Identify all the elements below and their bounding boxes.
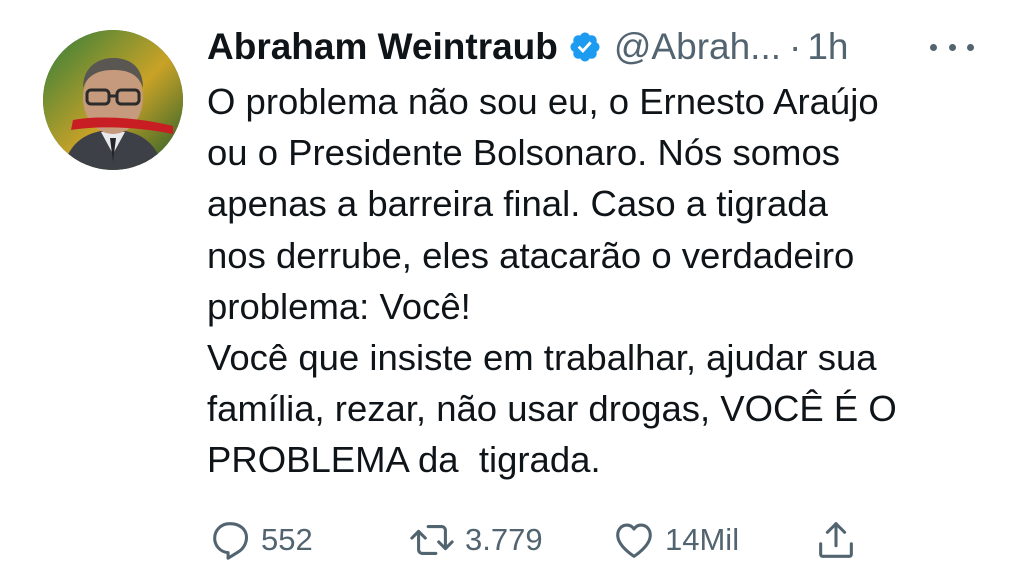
tweet-text-line: apenas a barreira final. Caso a tigrada (207, 183, 828, 225)
tweet-text-line: problema: Você! (207, 285, 471, 327)
tweet-actions: 552 3.779 14Mil (207, 512, 907, 568)
like-count: 14Mil (665, 522, 740, 557)
reply-icon (207, 517, 253, 563)
retweet-icon (407, 517, 457, 563)
timestamp[interactable]: 1h (807, 26, 848, 68)
tweet-text-line: PROBLEMA da tigrada. (207, 439, 601, 481)
tweet-text-line: ou o Presidente Bolsonaro. Nós somos (207, 132, 841, 174)
tweet-text-line: O problema não sou eu, o Ernesto Araújo (207, 81, 879, 122)
heart-icon (611, 517, 657, 563)
retweet-button[interactable]: 3.779 (407, 512, 543, 568)
share-button[interactable] (813, 512, 859, 568)
more-dot (930, 43, 937, 51)
more-dot (967, 43, 974, 51)
tweet-text: O problema não sou eu, o Ernesto Araújo … (207, 76, 1007, 486)
reply-count: 552 (261, 522, 313, 557)
tweet-text-line: família, rezar, não usar drogas, VOCÊ É … (207, 388, 897, 430)
more-horizontal-icon[interactable] (930, 32, 974, 62)
verified-badge-icon (568, 30, 602, 64)
avatar-photo-icon (43, 30, 183, 170)
retweet-count: 3.779 (465, 522, 543, 557)
tweet-text-line: nos derrube, eles atacarão o verdadeiro (207, 234, 855, 276)
author-handle[interactable]: @Abrah... (614, 26, 781, 68)
more-dot (948, 43, 956, 51)
separator-dot: · (789, 26, 802, 67)
tweet-text-line: Você que insiste em trabalhar, ajudar su… (207, 337, 877, 379)
tweet: Abraham Weintraub @Abrah... · 1h O probl… (0, 0, 1024, 586)
like-button[interactable]: 14Mil (611, 512, 739, 568)
tweet-header: Abraham Weintraub @Abrah... · 1h (207, 22, 849, 72)
reply-button[interactable]: 552 (207, 512, 313, 568)
author-display-name[interactable]: Abraham Weintraub (207, 26, 558, 68)
share-icon (813, 517, 859, 563)
author-avatar[interactable] (43, 30, 183, 170)
